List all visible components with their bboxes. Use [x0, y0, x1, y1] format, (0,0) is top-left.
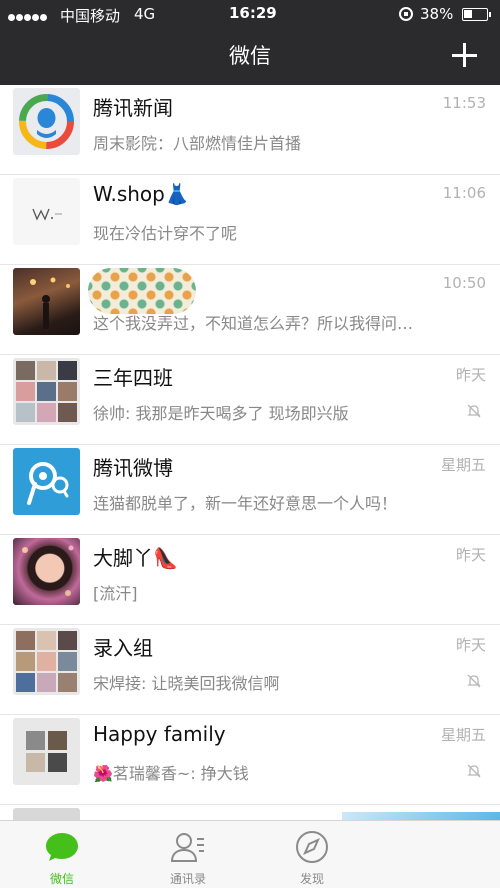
chat-preview: 这个我没弄过，不知道怎么弄？所以我得问…: [93, 314, 414, 333]
chat-row[interactable]: Happy family 🌺茗瑞馨香~: 挣大钱 星期五: [0, 715, 500, 805]
chat-time: 昨天: [455, 636, 486, 654]
mute-bell-icon: [467, 674, 481, 688]
chat-name: 大脚丫👠: [93, 546, 178, 570]
tab-label: 通讯录: [169, 872, 206, 886]
chat-row[interactable]: 三年四班 徐帅: 我那是昨天喝多了 现场即兴版 昨天: [0, 355, 500, 445]
contacts-icon: [170, 833, 204, 862]
status-bar: 中国移动 4G 16:29 38%: [0, 0, 500, 30]
tab-label: 微信: [49, 872, 74, 886]
tab-chats[interactable]: 微信: [12, 821, 112, 888]
battery-icon: [462, 8, 491, 21]
tab-contacts[interactable]: 通讯录: [138, 821, 238, 888]
chat-time: 11:06: [442, 184, 486, 202]
group-avatar: [13, 628, 80, 695]
chat-name: Happy family: [93, 722, 226, 746]
portrait-avatar: [13, 538, 80, 605]
mute-bell-icon: [467, 764, 481, 778]
chat-row[interactable]: 这个我没弄过，不知道怎么弄？所以我得问… 10:50: [0, 265, 500, 355]
chat-list[interactable]: 腾讯新闻 周末影院：八部燃情佳片首播 11:53 W.shop👗 现在冷估计穿不…: [0, 85, 500, 820]
signal-strength-icon: [8, 7, 48, 25]
status-time: 16:29: [229, 4, 277, 22]
chat-row[interactable]: W.shop👗 现在冷估计穿不了呢 11:06: [0, 175, 500, 265]
chat-time: 昨天: [455, 366, 486, 384]
chat-preview: 周末影院：八部燃情佳片首播: [93, 134, 302, 153]
chat-row[interactable]: 腾讯微博 连猫都脱单了，新一年还好意思一个人吗！ 星期五: [0, 445, 500, 535]
group-avatar: [13, 358, 80, 425]
rotation-lock-icon: [399, 7, 413, 21]
network-type: 4G: [134, 5, 156, 23]
chat-time: 10:50: [442, 274, 486, 292]
chat-name: 录入组: [93, 636, 153, 660]
chat-preview: 宋焊接: 让晓美回我微信啊: [93, 674, 280, 693]
page-title: 微信: [229, 44, 271, 68]
chat-preview: 徐帅: 我那是昨天喝多了 现场即兴版: [93, 404, 349, 423]
group-avatar: [13, 808, 80, 820]
chat-time: 11:53: [442, 94, 486, 112]
chat-time: 星期五: [440, 456, 486, 474]
chat-name: 腾讯新闻: [93, 96, 173, 120]
chat-row[interactable]: 腾讯新闻 周末影院：八部燃情佳片首播 11:53: [0, 85, 500, 175]
chat-name: 三年四班: [93, 366, 173, 390]
tencent-weibo-avatar: [13, 448, 80, 515]
tab-label: 发现: [299, 872, 324, 886]
group-avatar: [13, 718, 80, 785]
chat-name: [88, 268, 196, 314]
chat-time: 昨天: [455, 546, 486, 564]
chat-row[interactable]: 大脚丫👠 [流汗] 昨天: [0, 535, 500, 625]
chat-time: 星期五: [440, 726, 486, 744]
add-button[interactable]: [449, 40, 481, 72]
mute-bell-icon: [467, 404, 481, 418]
wshop-avatar: [13, 178, 80, 245]
chat-name: 腾讯微博: [93, 456, 173, 480]
chat-name: W.shop👗: [93, 182, 190, 206]
chat-preview: [流汗]: [93, 584, 138, 603]
tencent-news-avatar: [13, 88, 80, 155]
battery-percentage: 38%: [420, 5, 454, 23]
chat-preview: 🌺茗瑞馨香~: 挣大钱: [93, 764, 249, 783]
top-bar: 中国移动 4G 16:29 38% 微信: [0, 0, 500, 85]
tab-bar: 微信 通讯录 发现: [0, 820, 500, 888]
chat-preview: 现在冷估计穿不了呢: [93, 224, 238, 243]
compass-icon: [296, 831, 328, 863]
chat-row[interactable]: 录入组 宋焊接: 让晓美回我微信啊 昨天: [0, 625, 500, 715]
carrier-name: 中国移动: [60, 7, 121, 25]
tab-discover[interactable]: 发现: [262, 821, 362, 888]
street-photo-avatar: [13, 268, 80, 335]
chat-bubble-icon: [46, 833, 78, 861]
chat-preview: 连猫都脱单了，新一年还好意思一个人吗！: [93, 494, 398, 513]
